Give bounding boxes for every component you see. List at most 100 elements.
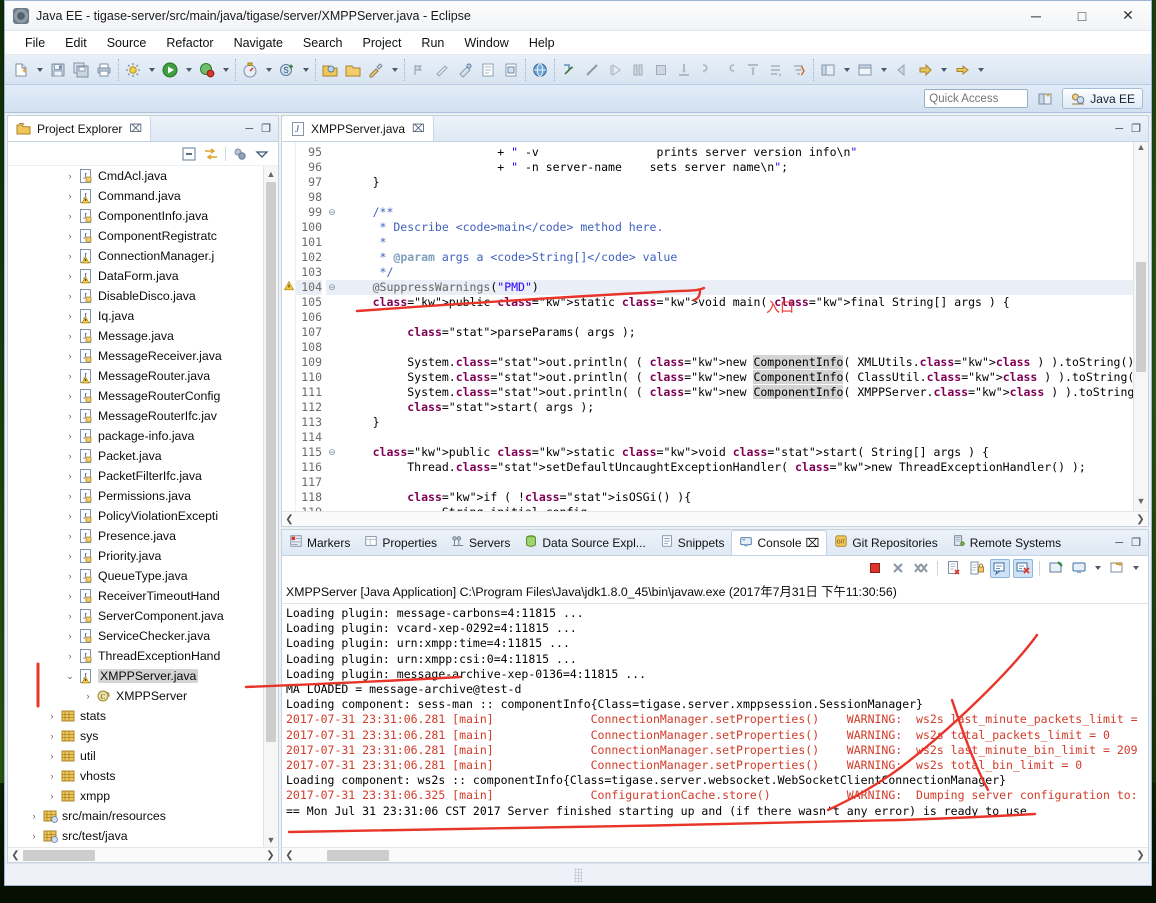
expand-arrow-icon[interactable]: ›: [62, 331, 78, 341]
tree-item[interactable]: › J PolicyViolationExcepti: [8, 506, 278, 526]
scroll-up-arrow[interactable]: ▲: [264, 166, 278, 181]
editor-vertical-scrollbar[interactable]: ▲ ▼: [1133, 142, 1148, 511]
expand-arrow-icon[interactable]: ›: [62, 251, 78, 261]
tab-console[interactable]: Console ⌧: [731, 530, 828, 555]
forward-button[interactable]: [951, 59, 973, 81]
close-icon[interactable]: ⌧: [806, 536, 820, 550]
show-console-on-stderr-button[interactable]: [1013, 558, 1033, 578]
editor-folding-ruler[interactable]: ⊖ ⊖ ⊖: [326, 142, 338, 511]
suspend-button[interactable]: [627, 59, 649, 81]
tree-item[interactable]: › C XMPPServer: [8, 686, 278, 706]
tab-remote-systems[interactable]: Remote Systems: [945, 530, 1068, 555]
back-dropdown[interactable]: [937, 59, 950, 81]
tree-item[interactable]: › xmpp: [8, 786, 278, 806]
code-line[interactable]: class="kw">if ( !class="stat">isOSGi() )…: [338, 490, 1133, 505]
menu-project[interactable]: Project: [353, 33, 412, 53]
menu-search[interactable]: Search: [293, 33, 353, 53]
remove-launch-button[interactable]: [888, 559, 908, 578]
expand-arrow-icon[interactable]: ›: [44, 711, 60, 721]
print-button[interactable]: [93, 59, 115, 81]
tree-item[interactable]: › J Packet.java: [8, 446, 278, 466]
tree-item[interactable]: › stats: [8, 706, 278, 726]
code-line[interactable]: class="kw">public class="kw">static clas…: [338, 445, 1133, 460]
tree-item[interactable]: › J Presence.java: [8, 526, 278, 546]
maximize-button[interactable]: □: [1059, 1, 1105, 31]
expand-arrow-icon[interactable]: ›: [62, 391, 78, 401]
save-all-button[interactable]: [70, 59, 92, 81]
code-line[interactable]: [338, 190, 1133, 205]
tree-item[interactable]: › vhosts: [8, 766, 278, 786]
code-line[interactable]: [338, 430, 1133, 445]
open-resource-button[interactable]: [342, 59, 364, 81]
tab-markers[interactable]: Markers: [282, 530, 357, 555]
expand-arrow-icon[interactable]: ›: [62, 631, 78, 641]
step-return-button[interactable]: [742, 59, 764, 81]
expand-arrow-icon[interactable]: ›: [62, 471, 78, 481]
tree-item[interactable]: › util: [8, 746, 278, 766]
project-explorer-tree[interactable]: › J CmdAcl.java › J Command.java › J ComponentIn…: [8, 166, 278, 847]
expand-arrow-icon[interactable]: ›: [62, 451, 78, 461]
editor-annotation-ruler[interactable]: [282, 142, 296, 511]
tree-item[interactable]: › src/main/resources: [8, 806, 278, 826]
code-line[interactable]: + " -v prints server version info\n": [338, 145, 1133, 160]
scroll-lock-button[interactable]: [967, 559, 987, 578]
quick-access-input[interactable]: [924, 89, 1029, 108]
remove-all-terminated-button[interactable]: [911, 559, 931, 578]
scroll-left-arrow[interactable]: ❮: [8, 850, 23, 861]
expand-arrow-icon[interactable]: ⌄: [62, 671, 78, 682]
menu-navigate[interactable]: Navigate: [224, 33, 293, 53]
code-line[interactable]: * Describe <code>main</code> method here…: [338, 220, 1133, 235]
editor-horizontal-scrollbar[interactable]: ❮ ❯: [282, 511, 1148, 526]
expand-arrow-icon[interactable]: ›: [62, 211, 78, 221]
forward-history-button[interactable]: [914, 59, 936, 81]
view-menu-button[interactable]: [254, 146, 270, 162]
tree-item[interactable]: › J Permissions.java: [8, 486, 278, 506]
tab-snippets[interactable]: Snippets: [653, 530, 732, 555]
display-selected-console-dropdown[interactable]: [1092, 559, 1104, 578]
debug-dropdown[interactable]: [219, 59, 232, 81]
project-explorer-vertical-scrollbar[interactable]: ▲ ▼: [263, 166, 278, 847]
link-with-editor-button[interactable]: [203, 146, 219, 162]
show-view-button[interactable]: [854, 59, 876, 81]
new-server-button[interactable]: S: [276, 59, 298, 81]
tree-item[interactable]: › J ComponentRegistratc: [8, 226, 278, 246]
expand-arrow-icon[interactable]: ›: [62, 411, 78, 421]
tab-data-source-expl[interactable]: Data Source Expl...: [517, 530, 652, 555]
close-button[interactable]: ✕: [1105, 1, 1151, 31]
tree-item[interactable]: › J ServiceChecker.java: [8, 626, 278, 646]
console-output[interactable]: Loading plugin: message-carbons=4:11815 …: [282, 604, 1148, 847]
build-dropdown[interactable]: [145, 59, 158, 81]
view-menu-filters-button[interactable]: [232, 146, 248, 162]
drop-to-frame-button[interactable]: [765, 59, 787, 81]
warning-marker-icon[interactable]: [283, 280, 295, 292]
hscroll-thumb[interactable]: [327, 849, 389, 861]
perspective-java-ee-button[interactable]: Java EE: [1062, 88, 1143, 109]
tree-item[interactable]: › J DisableDisco.java: [8, 286, 278, 306]
tree-item[interactable]: › Jpackage-info.java: [8, 426, 278, 446]
maximize-icon[interactable]: ❐: [261, 122, 271, 135]
editor-scroll-right[interactable]: ❯: [1133, 514, 1148, 525]
back-button[interactable]: [891, 59, 913, 81]
tree-item[interactable]: › J ComponentInfo.java: [8, 206, 278, 226]
editor-scroll-up[interactable]: ▲: [1134, 142, 1148, 157]
fold-toggle-icon[interactable]: ⊖: [326, 280, 338, 295]
open-browser-button[interactable]: [529, 59, 551, 81]
expand-arrow-icon[interactable]: ›: [62, 271, 78, 281]
expand-arrow-icon[interactable]: ›: [62, 551, 78, 561]
fold-toggle-icon[interactable]: ⊖: [326, 445, 338, 460]
hscroll-track[interactable]: [23, 849, 263, 861]
code-line[interactable]: */: [338, 265, 1133, 280]
menu-run[interactable]: Run: [411, 33, 454, 53]
expand-arrow-icon[interactable]: ›: [62, 571, 78, 581]
tree-item[interactable]: › J ReceiverTimeoutHand: [8, 586, 278, 606]
expand-arrow-icon[interactable]: ›: [62, 171, 78, 181]
menu-source[interactable]: Source: [97, 33, 157, 53]
code-line[interactable]: *: [338, 235, 1133, 250]
terminate-button-toolbar[interactable]: [650, 59, 672, 81]
toggle-block-selection-button[interactable]: [500, 59, 522, 81]
editor-scroll-left[interactable]: ❮: [282, 514, 297, 525]
expand-arrow-icon[interactable]: ›: [62, 431, 78, 441]
tree-item[interactable]: › J ThreadExceptionHand: [8, 646, 278, 666]
fold-toggle-icon[interactable]: ⊖: [326, 205, 338, 220]
expand-arrow-icon[interactable]: ›: [62, 231, 78, 241]
